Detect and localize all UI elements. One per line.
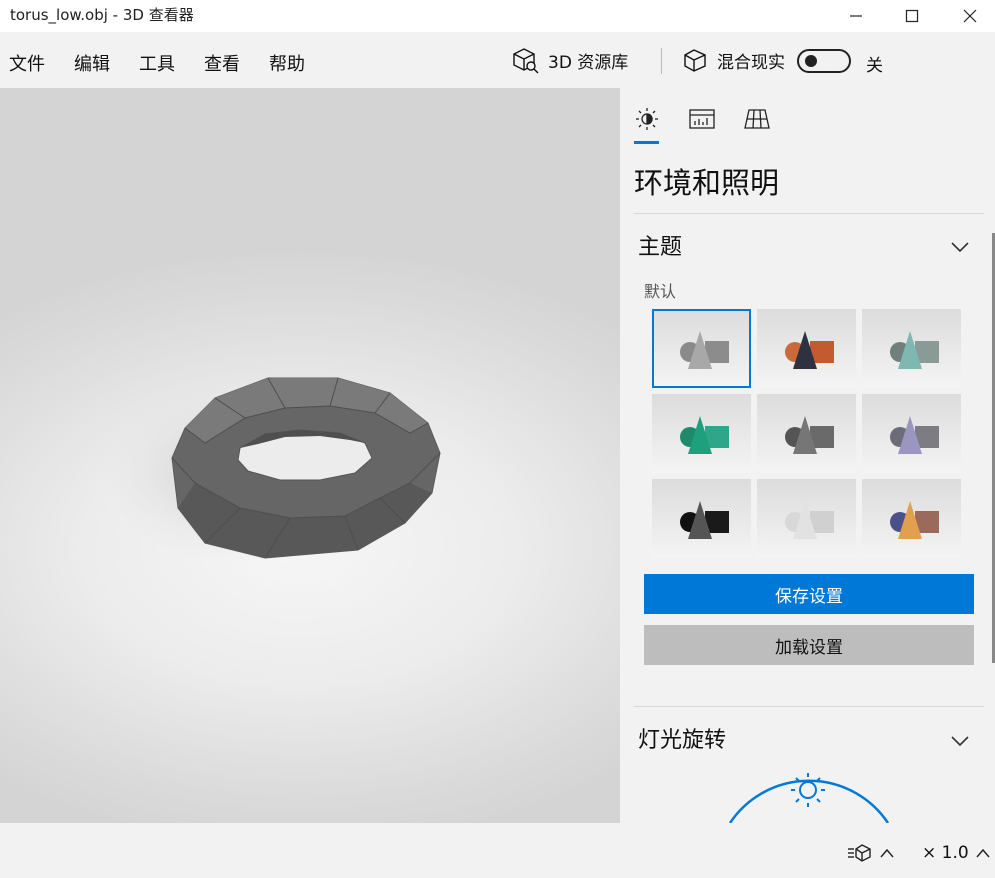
menu-edit[interactable]: 编辑: [74, 50, 110, 76]
toggle-state-label: 关: [866, 56, 883, 76]
divider: [634, 213, 984, 214]
chevron-up-icon: [976, 848, 990, 858]
light-rotation-section-title[interactable]: 灯光旋转: [638, 722, 726, 754]
stats-icon: [689, 109, 715, 129]
window-title: torus_low.obj - 3D 查看器: [10, 6, 194, 24]
light-rotation-expand-button[interactable]: [950, 732, 970, 751]
menu-file[interactable]: 文件: [9, 50, 45, 76]
light-rotation-dial[interactable]: [720, 763, 900, 823]
theme-thumbnail[interactable]: [862, 479, 961, 558]
active-tab-indicator: [634, 141, 659, 144]
torus-model[interactable]: [0, 88, 620, 823]
theme-thumbnail[interactable]: [652, 394, 751, 473]
mixed-reality-label: 混合现实: [717, 52, 785, 73]
theme-thumbnail[interactable]: [757, 394, 856, 473]
load-settings-button[interactable]: 加载设置: [644, 625, 974, 665]
light-sun-icon: [791, 773, 825, 807]
mixed-reality-icon: [684, 49, 706, 72]
theme-thumbnail[interactable]: [757, 309, 856, 388]
theme-thumbnail[interactable]: [652, 479, 751, 558]
view-mode-button[interactable]: [847, 843, 895, 863]
zoom-level: × 1.0: [922, 843, 969, 863]
theme-section-title[interactable]: 主题: [638, 229, 682, 261]
3d-viewport[interactable]: [0, 88, 620, 823]
menu-bar: 文件 编辑 工具 查看 帮助 3D 资源库 混合现实 关: [0, 32, 995, 88]
tab-stats[interactable]: [687, 104, 717, 134]
3d-library-button[interactable]: 3D 资源库: [512, 46, 628, 74]
minimize-button[interactable]: [833, 0, 879, 32]
chevron-down-icon: [951, 242, 969, 253]
theme-thumbnail[interactable]: [757, 479, 856, 558]
menu-tools[interactable]: 工具: [139, 50, 175, 76]
divider: [634, 706, 984, 707]
chevron-up-icon: [880, 848, 894, 858]
close-button[interactable]: [947, 0, 993, 32]
sun-icon: [636, 108, 658, 130]
theme-thumbnail[interactable]: [862, 309, 961, 388]
tab-grid[interactable]: [742, 104, 772, 134]
grid-icon: [744, 109, 770, 129]
mixed-reality-button[interactable]: 混合现实: [681, 46, 785, 74]
tab-lighting[interactable]: [632, 104, 662, 134]
panel-title: 环境和照明: [634, 166, 780, 200]
chevron-down-icon: [951, 736, 969, 747]
theme-default-label: 默认: [644, 282, 677, 301]
minimize-icon: [850, 15, 862, 17]
maximize-button[interactable]: [889, 0, 935, 32]
menu-help[interactable]: 帮助: [269, 50, 305, 76]
environment-panel: 环境和照明 主题 默认 保存设置 加载设置 灯光旋转: [620, 88, 995, 823]
toggle-knob: [805, 55, 817, 67]
theme-thumbnail[interactable]: [652, 309, 751, 388]
theme-grid: [652, 309, 963, 559]
mixed-reality-toggle[interactable]: [797, 49, 851, 73]
3d-library-label: 3D 资源库: [548, 52, 629, 73]
cube-library-icon: [513, 48, 539, 74]
close-icon: [963, 9, 977, 23]
title-bar: torus_low.obj - 3D 查看器: [0, 0, 995, 32]
status-bar: × 1.0: [0, 823, 995, 878]
maximize-icon: [905, 9, 919, 23]
theme-expand-button[interactable]: [950, 238, 970, 257]
toolbar-divider: [661, 48, 662, 74]
menu-view[interactable]: 查看: [204, 50, 240, 76]
zoom-control[interactable]: × 1.0: [922, 843, 991, 863]
render-mode-icon: [848, 844, 871, 862]
save-settings-button[interactable]: 保存设置: [644, 574, 974, 614]
theme-thumbnail[interactable]: [862, 394, 961, 473]
